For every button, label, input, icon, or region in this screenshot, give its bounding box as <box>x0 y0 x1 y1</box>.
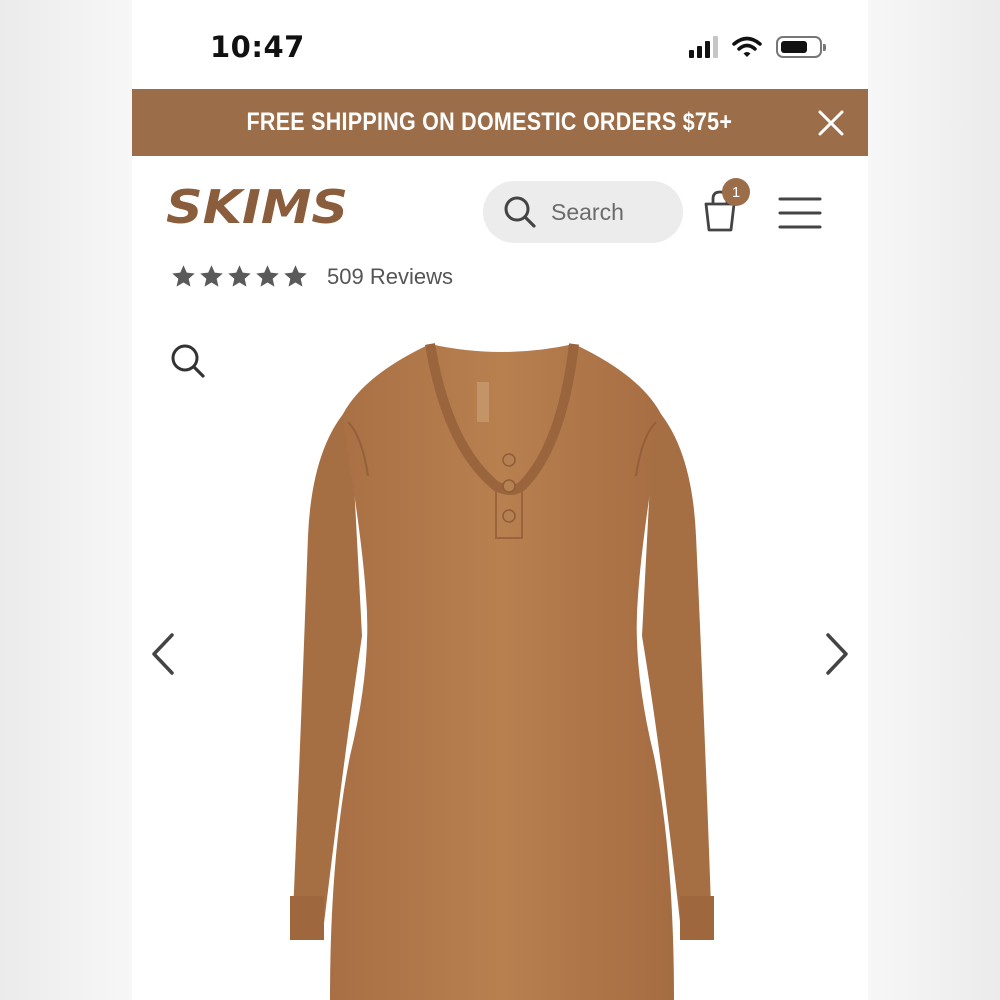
promo-banner-text: FREE SHIPPING ON DOMESTIC ORDERS $75+ <box>246 108 732 136</box>
logo-text: SKIMS <box>166 181 348 231</box>
zoom-icon[interactable] <box>170 343 206 379</box>
star-icon <box>284 265 307 287</box>
brand-logo[interactable]: SKIMS <box>166 180 350 236</box>
search-label: Search <box>551 198 624 225</box>
product-image <box>290 343 714 1000</box>
star-icon <box>228 265 251 287</box>
backdrop-right <box>868 0 1000 1000</box>
star-icon <box>172 265 195 287</box>
battery-icon <box>776 36 826 58</box>
chevron-left-icon[interactable] <box>148 632 178 676</box>
promo-banner: FREE SHIPPING ON DOMESTIC ORDERS $75+ <box>132 89 868 156</box>
wifi-icon <box>732 36 762 57</box>
status-time: 10:47 <box>210 30 305 64</box>
rating-stars <box>170 263 309 290</box>
chevron-right-icon[interactable] <box>822 632 852 676</box>
review-count: 509 Reviews <box>327 263 453 289</box>
star-icon <box>256 265 279 287</box>
cart-count-badge: 1 <box>722 178 750 206</box>
search-icon <box>504 196 536 228</box>
skims-logo: SKIMS <box>166 180 348 234</box>
hamburger-menu-icon[interactable] <box>778 196 822 230</box>
phone-screen: 10:47 FREE SHIPPING ON DOMESTIC ORDERS $… <box>132 0 868 1000</box>
close-icon[interactable] <box>816 108 846 138</box>
reviews-summary[interactable]: 509 Reviews <box>170 263 453 290</box>
backdrop-left <box>0 0 132 1000</box>
cellular-signal-icon <box>689 36 718 58</box>
star-icon <box>200 265 223 287</box>
search-button[interactable]: Search <box>483 181 683 243</box>
status-icons <box>689 36 826 58</box>
